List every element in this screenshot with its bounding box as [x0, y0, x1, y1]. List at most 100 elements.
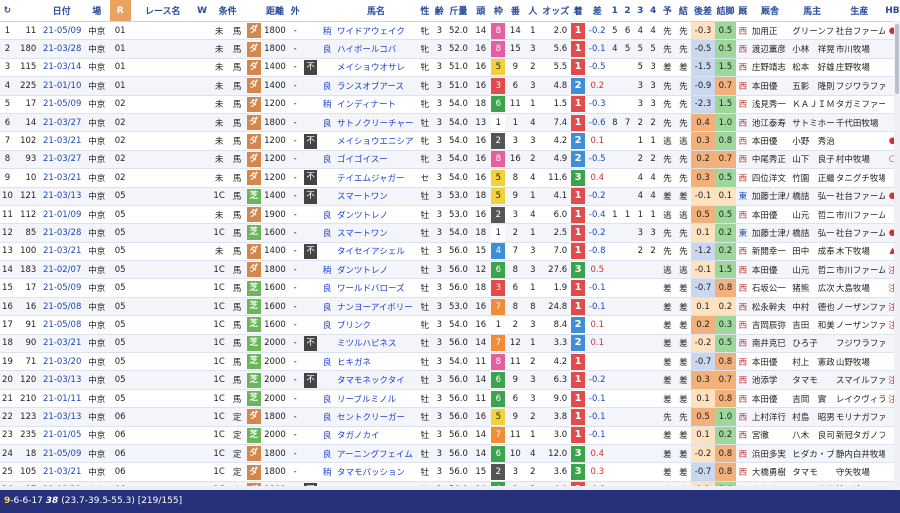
col-venue[interactable]: 場	[84, 0, 110, 22]
col-dist[interactable]: 距離	[261, 0, 289, 22]
table-row[interactable]: 11 112 21-01/09 中京 05 未馬ダ 1900- 良ダンツトレノ牡 3 53.0 16…	[0, 205, 900, 225]
table-row[interactable]: 6 14 21-03/27 中京 02 未馬ダ 1800- 良サトノクリーチャー牡 3 54.0 1…	[0, 113, 900, 133]
col-owner[interactable]: 馬主	[790, 0, 834, 22]
bad-going-badge: 不	[304, 133, 318, 149]
horse-name[interactable]: スマートワン	[335, 187, 417, 206]
col-index[interactable]	[14, 0, 40, 22]
horse-name[interactable]: ゴイゴイスー	[335, 150, 417, 170]
horse-name[interactable]: ブリンク	[335, 315, 417, 335]
col-pop[interactable]: 人	[524, 0, 542, 22]
col-cut[interactable]: 詰脚	[714, 0, 737, 22]
col-res[interactable]: 結	[675, 0, 692, 22]
col-c1[interactable]: 1	[608, 0, 622, 22]
col-outer[interactable]: 外	[288, 0, 303, 22]
horse-name[interactable]: ワイドアウェイク	[335, 21, 417, 41]
table-row[interactable]: 25 105 21-03/21 中京 06 1C 定ダ 1800- 稍タマモパッション牡 3 56.…	[0, 462, 900, 482]
horse-name[interactable]: タマモパッション	[335, 462, 417, 482]
col-w[interactable]: W	[194, 0, 210, 22]
horse-name[interactable]: スマートワン	[335, 223, 417, 243]
col-race[interactable]: R	[109, 0, 131, 22]
heads: 14	[471, 444, 491, 464]
col-num[interactable]: 番	[506, 0, 525, 22]
table-row[interactable]: 9 10 21-03/21 中京 02 未馬ダ 1200- 不テイエムジャガーセ 3 54.0 16…	[0, 168, 900, 188]
horse-name[interactable]: ダンツトレノ	[335, 260, 417, 280]
col-date[interactable]: 日付	[39, 0, 85, 22]
col-going[interactable]	[319, 0, 336, 22]
table-row[interactable]: 15 17 21-05/09 中京 05 1C 馬芝 1600- 良ワールドバローズ牡 3 56.0…	[0, 278, 900, 298]
table-row[interactable]: 7 102 21-03/21 中京 02 未馬ダ 1200- 不メイショウエニシア牝 3 54.0…	[0, 131, 900, 151]
col-c3[interactable]: 3	[633, 0, 647, 22]
col-weight[interactable]: 斤量	[445, 0, 472, 22]
horse-name[interactable]: ヒキガネ	[335, 352, 417, 372]
horse-name[interactable]: メイショウオサレ	[335, 58, 417, 78]
finish-cell: 1	[570, 95, 587, 114]
col-sex[interactable]: 性	[416, 0, 433, 22]
col-hb[interactable]: HB	[884, 0, 900, 22]
table-row[interactable]: 10 121 21-03/13 中京 05 1C 馬芝 1400- 不スマートワン牡 3 53.0 1…	[0, 187, 900, 206]
horse-name[interactable]: ランスオブアース	[335, 76, 417, 96]
table-row[interactable]: 4 225 21-01/10 中京 01 未馬ダ 1400- 良ランスオブアース牝 3 51.0 1…	[0, 76, 900, 96]
col-breeder[interactable]: 生産	[833, 0, 885, 22]
table-row[interactable]: 2 180 21-03/28 中京 01 未馬ダ 1800- 良ハイボールコバ牝 3 52.0 16…	[0, 39, 900, 59]
col-area[interactable]: 厩	[736, 0, 750, 22]
col-frame[interactable]: 枠	[490, 0, 507, 22]
table-row[interactable]: 13 100 21-03/21 中京 05 未馬ダ 1400- 不タイセイアシェル牡 3 56.0…	[0, 242, 900, 262]
table-row[interactable]: 22 123 21-03/13 中京 06 1C 定ダ 1800- 良セントクリーガー牡 3 56.…	[0, 407, 900, 427]
col-age[interactable]: 齢	[432, 0, 446, 22]
col-finish[interactable]: 着	[570, 0, 587, 22]
table-row[interactable]: 20 120 21-03/13 中京 05 1C 馬芝 2000- 不タマモネックタイ牡 3 56.…	[0, 370, 900, 390]
weight: 54.0	[445, 131, 472, 151]
table-row[interactable]: 1 11 21-05/09 中京 01 未馬ダ 1800- 稍ワイドアウェイク牝 3 52.0 14…	[0, 21, 900, 41]
col-pred[interactable]: 予	[659, 0, 676, 22]
table-row[interactable]: 18 90 21-03/21 中京 05 1C 馬芝 2000- 不ミツルハピネス牡 3 56.0 1…	[0, 334, 900, 354]
horse-name[interactable]: サトノクリーチャー	[335, 113, 417, 133]
table-row[interactable]: 19 71 21-03/20 中京 05 1C 馬芝 2000- 良ヒキガネ牡 3 54.0 11 8 1…	[0, 352, 900, 372]
table-row[interactable]: 17 91 21-05/08 中京 05 1C 馬芝 1600- 良ブリンク牝 3 54.0 16 1 2…	[0, 315, 900, 335]
diff: -0.1	[586, 39, 609, 59]
late-diff: -0.1	[691, 187, 715, 206]
col-c4[interactable]: 4	[646, 0, 660, 22]
table-row[interactable]: 21 210 21-01/11 中京 05 1C 馬芝 2000- 良リーブルミノル牡 3 56.0…	[0, 389, 900, 409]
col-mark[interactable]	[302, 0, 320, 22]
venue: 中京	[84, 334, 110, 354]
col-horse[interactable]: 馬名	[335, 0, 417, 22]
table-row[interactable]: 5 17 21-05/09 中京 02 未馬ダ 1200- 稍インディナート牝 3 54.0 18 6…	[0, 95, 900, 114]
refresh-icon[interactable]: ↻	[0, 0, 15, 22]
horse-name[interactable]: メイショウエニシア	[335, 131, 417, 151]
horse-name[interactable]: セントクリーガー	[335, 407, 417, 427]
bad-going-badge: 不	[304, 59, 318, 75]
horse-name[interactable]: ミツルハピネス	[335, 334, 417, 354]
col-hm[interactable]: 後差	[691, 0, 715, 22]
col-odds[interactable]: オッズ	[541, 0, 571, 22]
row-number: 23	[0, 426, 15, 445]
table-row[interactable]: 8 93 21-03/27 中京 02 未馬ダ 1200- 良ゴイゴイスー牝 3 54.0 16 8 1…	[0, 150, 900, 170]
horse-name[interactable]: ダンツトレノ	[335, 205, 417, 225]
col-cond[interactable]: 条件	[209, 0, 246, 22]
horse-name[interactable]: タイセイアシェル	[335, 242, 417, 262]
table-row[interactable]: 12 85 21-03/28 中京 05 1C 馬芝 1600- 良スマートワン牡 3 54.0 18…	[0, 223, 900, 243]
col-race-name[interactable]: レース名	[130, 0, 195, 22]
race-number: 06	[109, 444, 131, 464]
age: 3	[432, 168, 446, 188]
horse-name[interactable]: タガノカイ	[335, 426, 417, 445]
sex: 牝	[416, 315, 433, 335]
col-c2[interactable]: 2	[621, 0, 634, 22]
table-row[interactable]: 3 115 21-03/14 中京 01 未馬ダ 1400- 不メイショウオサレ牝 3 51.0 1…	[0, 58, 900, 78]
col-diff[interactable]: 差	[586, 0, 609, 22]
col-surf[interactable]	[245, 0, 262, 22]
horse-name[interactable]: タマモネックタイ	[335, 370, 417, 390]
table-row[interactable]: 14 183 21-02/07 中京 05 1C 馬ダ 1800- 稍ダンツトレノ牡 3 56.0 1…	[0, 260, 900, 280]
horse-name[interactable]: テイエムジャガー	[335, 168, 417, 188]
horse-name[interactable]: リーブルミノル	[335, 389, 417, 409]
horse-name[interactable]: アーニングフェイム	[335, 444, 417, 464]
horse-name[interactable]: インディナート	[335, 95, 417, 114]
table-row[interactable]: 16 16 21-05/08 中京 05 1C 馬芝 1600- 良ナンヨーアイボリー牡 3 53.…	[0, 297, 900, 317]
horse-name[interactable]: ナンヨーアイボリー	[335, 297, 417, 317]
table-row[interactable]: 24 18 21-05/09 中京 06 1C 定ダ 1800- 良アーニングフェイム牡 3 56.…	[0, 444, 900, 464]
horse-name[interactable]: ハイボールコバ	[335, 39, 417, 59]
vertical-scrollbar-thumb[interactable]	[895, 24, 899, 94]
col-trainer[interactable]: 厩舎	[749, 0, 791, 22]
horse-name[interactable]: ワールドバローズ	[335, 278, 417, 298]
col-heads[interactable]: 頭	[471, 0, 491, 22]
table-row[interactable]: 23 235 21-01/05 中京 06 1C 定芝 2000- 良タガノカイ牡 3 56.0 14…	[0, 426, 900, 445]
